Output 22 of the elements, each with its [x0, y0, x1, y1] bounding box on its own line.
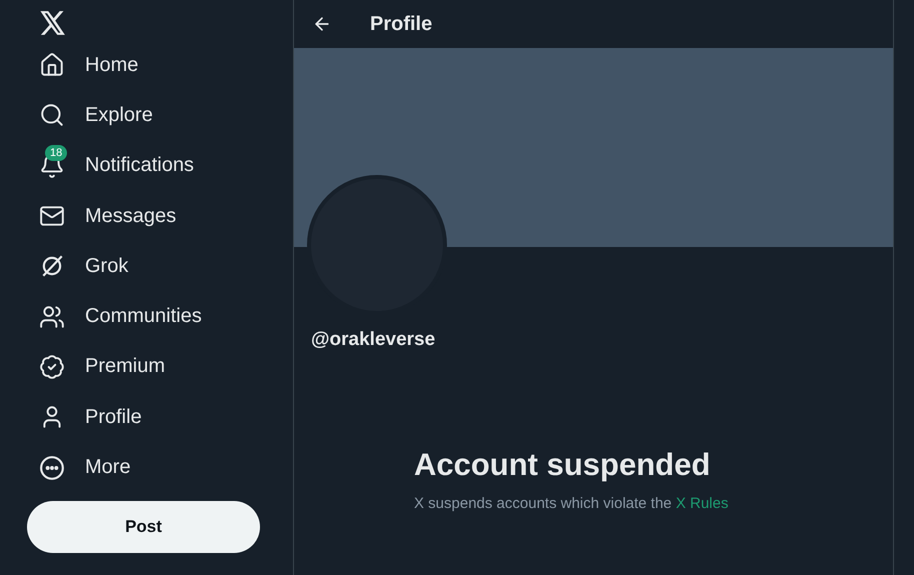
- page-title: Profile: [370, 12, 432, 36]
- nav-item[interactable]: More: [27, 442, 131, 493]
- badge-check-icon: [39, 354, 65, 380]
- notice-title: Account suspended: [414, 447, 712, 483]
- nav-item[interactable]: Profile: [27, 392, 142, 442]
- nav-item[interactable]: Home: [27, 40, 138, 90]
- more-icon: [39, 454, 65, 481]
- x-logo-icon[interactable]: [40, 11, 66, 35]
- people-icon: [39, 304, 65, 330]
- notice-text: X suspends accounts which violate the X Rules: [414, 495, 730, 512]
- search-icon: [39, 102, 65, 128]
- profile-handle: @orakleverse: [311, 329, 436, 351]
- nav-item[interactable]: 18 Notifications: [27, 140, 194, 191]
- post-button[interactable]: Post: [27, 500, 260, 553]
- nav-item[interactable]: Messages: [27, 190, 176, 242]
- rules-link[interactable]: X Rules: [676, 495, 728, 512]
- nav-item[interactable]: Communities: [27, 291, 202, 342]
- nav-item[interactable]: Grok: [27, 241, 128, 292]
- nav-item[interactable]: Explore: [27, 90, 153, 141]
- nav-item[interactable]: Premium: [27, 342, 166, 392]
- home-icon: [39, 52, 65, 78]
- notification-badge: 18: [45, 144, 68, 161]
